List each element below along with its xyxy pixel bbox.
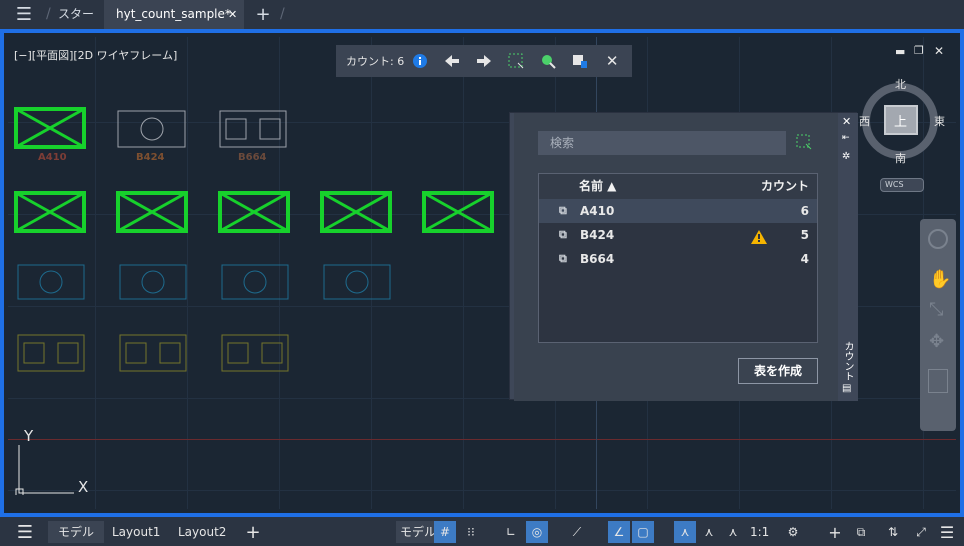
grid-icon[interactable]: #	[434, 521, 456, 543]
ortho-icon[interactable]: ∟	[500, 521, 522, 543]
list-item[interactable]: ⧉ B424 5	[539, 223, 817, 247]
wcs-menu[interactable]: WCS	[880, 178, 924, 192]
insert-count-field-icon[interactable]	[568, 49, 592, 73]
ucs-x-label: X	[78, 478, 89, 496]
workspace-gear-icon[interactable]: ⚙	[782, 521, 804, 543]
restore-viewport-icon[interactable]: ❐	[914, 44, 924, 57]
layout-menu-icon[interactable]: ☰	[14, 521, 36, 543]
tab-document-label: hyt_count_sample*	[116, 7, 231, 21]
close-viewport-icon[interactable]: ✕	[934, 44, 944, 58]
autohide-icon[interactable]: ⇤	[842, 133, 850, 143]
zoom-icon[interactable]: ⤡	[929, 299, 943, 320]
x-axis-line	[8, 439, 956, 440]
select-objects-icon[interactable]	[504, 49, 528, 73]
isodraft-icon[interactable]: ⟋	[566, 521, 588, 543]
tab-start[interactable]: スタート	[58, 0, 98, 50]
block-b424-row[interactable]	[17, 264, 391, 300]
block-label-b424: B424	[136, 152, 165, 163]
object-snap-icon[interactable]: ▢	[632, 521, 654, 543]
block-a410-row[interactable]	[14, 191, 494, 233]
column-name-header[interactable]: 名前 ▲	[579, 174, 616, 199]
new-layout-icon[interactable]: +	[242, 521, 264, 543]
close-toolbar-icon[interactable]: ✕	[600, 49, 624, 73]
palette-title-strip: ✕ ⇤ ✲ カウント ▤	[838, 113, 858, 401]
steering-wheel-icon[interactable]	[928, 229, 948, 249]
block-b664[interactable]	[219, 110, 287, 148]
viewport-controls-label[interactable]: [−][平面図][2D ワイヤフレーム]	[14, 47, 177, 63]
compass-west[interactable]: 西	[859, 113, 870, 129]
customization-menu-icon[interactable]: ☰	[936, 521, 958, 543]
tab-model[interactable]: モデル	[48, 521, 104, 543]
hardware-acceleration-icon[interactable]: ⇅	[882, 521, 904, 543]
zoom-to-object-icon[interactable]	[536, 49, 560, 73]
info-icon[interactable]	[408, 49, 432, 73]
row-count: 6	[800, 204, 809, 218]
snap-icon[interactable]: ⁝⁝	[460, 521, 482, 543]
count-toolbar: カウント: 6 ✕	[336, 45, 632, 77]
block-a410[interactable]	[14, 107, 86, 149]
next-arrow-icon[interactable]	[472, 49, 496, 73]
select-blocks-icon[interactable]	[796, 134, 812, 153]
block-b424[interactable]	[117, 110, 186, 148]
annotation-monitor-icon[interactable]: +	[824, 521, 846, 543]
block-icon: ⧉	[559, 204, 567, 217]
new-tab-icon[interactable]: +	[254, 0, 272, 29]
compass-east[interactable]: 東	[934, 113, 945, 129]
search-input[interactable]: 検索	[538, 131, 786, 155]
close-tab-icon[interactable]: ✕	[228, 0, 237, 29]
list-item[interactable]: ⧉ A410 6	[539, 199, 817, 223]
tab-divider: /	[46, 6, 51, 22]
compass-south[interactable]: 南	[895, 150, 906, 166]
minimize-viewport-icon[interactable]: ▬	[895, 45, 905, 58]
palette-menu-icon[interactable]: ▤	[842, 383, 851, 394]
row-name: B424	[580, 228, 615, 242]
block-icon: ⧉	[559, 228, 567, 241]
count-list: 名前 ▲ カウント ⧉ A410 6 ⧉ B424 5 ⧉ B664 4	[538, 173, 818, 343]
annotation-visibility-icon[interactable]: ⋏	[674, 521, 696, 543]
autoscale-icon[interactable]: ⋏	[698, 521, 720, 543]
column-count-header[interactable]: カウント	[761, 174, 809, 199]
row-name: A410	[580, 204, 615, 218]
viewcube-top-face[interactable]: 上	[894, 111, 907, 130]
tab-document[interactable]: hyt_count_sample* ✕	[104, 0, 244, 29]
create-table-button[interactable]: 表を作成	[738, 358, 818, 384]
block-label-a410: A410	[38, 152, 67, 163]
orbit-icon[interactable]: ✥	[929, 331, 944, 352]
count-palette-body: 検索 名前 ▲ カウント ⧉ A410 6 ⧉ B424 5 ⧉ B664 4 …	[514, 113, 838, 401]
count-label: カウント: 6	[346, 55, 405, 68]
ucs-icon	[15, 445, 74, 495]
scale-selector[interactable]: 1:1	[750, 521, 769, 543]
status-bar: ☰ モデル Layout1 Layout2 + モデル # ⁝⁝ ∟ ◎ ⟋ ∠…	[0, 517, 964, 546]
navigation-bar: ✋ ⤡ ✥	[920, 219, 956, 431]
list-header: 名前 ▲ カウント	[539, 174, 817, 199]
row-name: B664	[580, 252, 615, 266]
block-label-b664: B664	[238, 152, 267, 163]
row-count: 4	[800, 252, 809, 266]
close-palette-icon[interactable]: ✕	[842, 115, 851, 128]
polar-icon[interactable]: ◎	[526, 521, 548, 543]
osnap-tracking-icon[interactable]: ∠	[608, 521, 630, 543]
previous-arrow-icon[interactable]	[440, 49, 464, 73]
annotation-scale-icon[interactable]: ⋏	[722, 521, 744, 543]
pan-hand-icon[interactable]: ✋	[929, 269, 951, 290]
drawing-viewport[interactable]: [−][平面図][2D ワイヤフレーム] カウント: 6 ✕ A410 B424…	[0, 29, 964, 517]
menu-icon[interactable]: ☰	[10, 0, 38, 29]
list-item[interactable]: ⧉ B664 4	[539, 247, 817, 271]
clean-screen-icon[interactable]: ⤢	[910, 521, 932, 543]
block-b664-row[interactable]	[17, 334, 289, 372]
properties-icon[interactable]: ✲	[842, 151, 850, 162]
tab-layout1[interactable]: Layout1	[112, 521, 160, 543]
tab-layout2[interactable]: Layout2	[178, 521, 226, 543]
top-tab-bar: ☰ / スタート hyt_count_sample* ✕ + /	[0, 0, 964, 50]
wcs-label: WCS	[885, 180, 904, 189]
row-count: 5	[800, 228, 809, 242]
compass-north[interactable]: 北	[895, 76, 906, 92]
count-palette: 検索 名前 ▲ カウント ⧉ A410 6 ⧉ B424 5 ⧉ B664 4 …	[509, 112, 858, 401]
showmotion-icon[interactable]	[928, 369, 948, 393]
block-icon: ⧉	[559, 252, 567, 265]
palette-title: カウント	[842, 341, 853, 381]
isolate-objects-icon[interactable]: ⧉	[850, 521, 872, 543]
tab-divider: /	[280, 6, 285, 22]
